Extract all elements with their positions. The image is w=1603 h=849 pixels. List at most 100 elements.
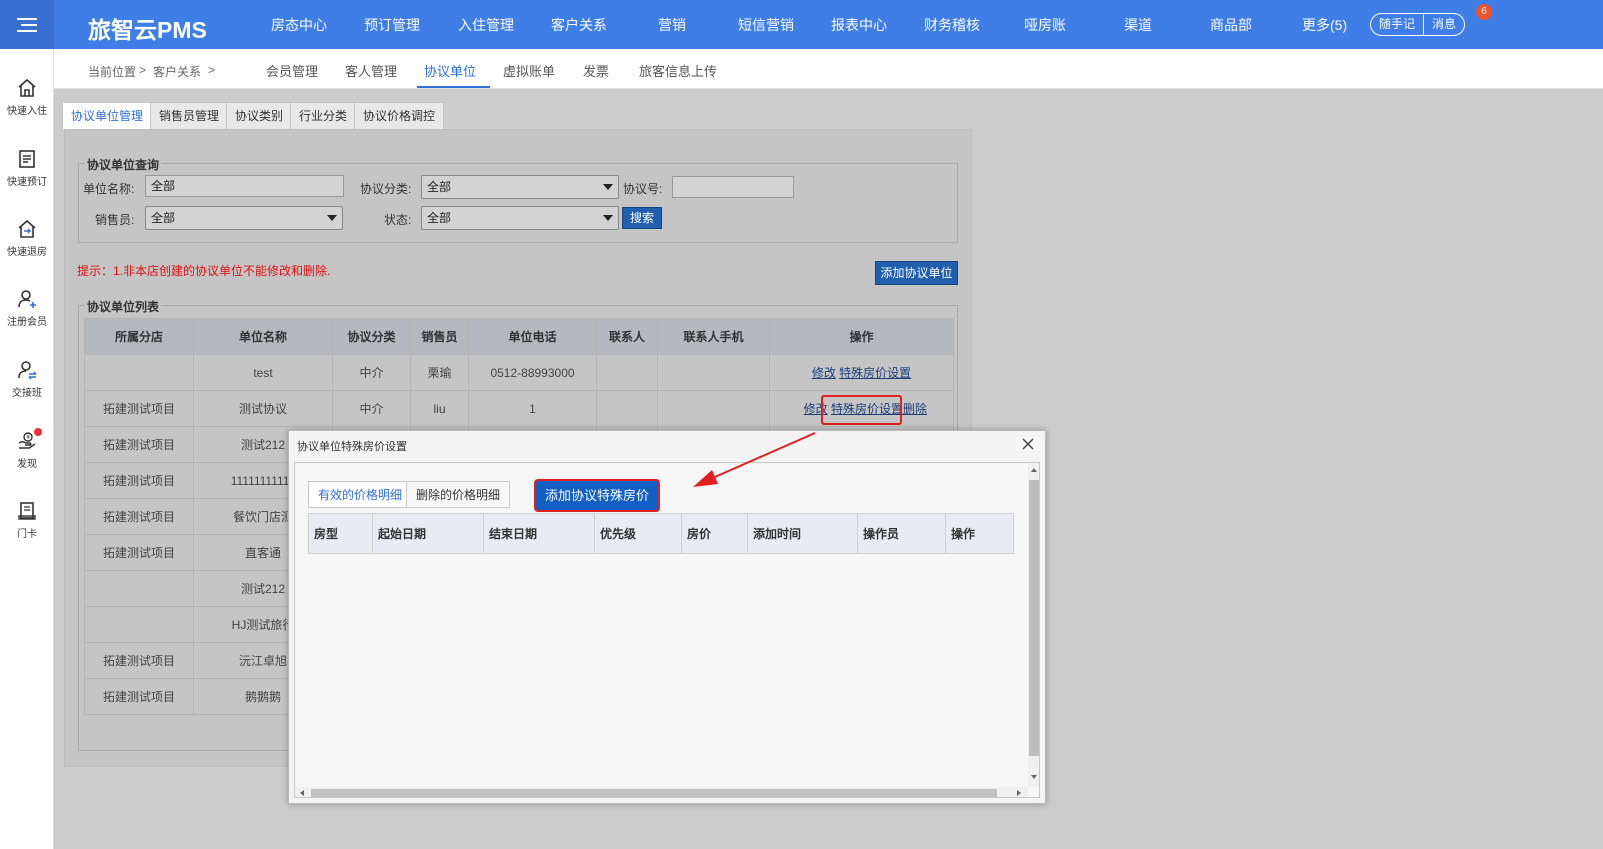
cell-mobile (657, 354, 770, 391)
tab-member-management[interactable]: 会员管理 (266, 61, 318, 80)
nav-products[interactable]: 商品部 (1210, 15, 1252, 35)
column-header: 房型 (308, 513, 373, 554)
sidebar-item-register-member[interactable]: 注册会员 (0, 288, 54, 328)
highlight-box-special-price (821, 395, 902, 425)
nav-more[interactable]: 更多(5) (1302, 15, 1347, 35)
status-select[interactable]: 全部 (421, 206, 619, 230)
agreement-no-input[interactable] (672, 176, 794, 198)
category-select[interactable]: 全部 (421, 175, 619, 199)
add-special-price-button[interactable]: 添加协议特殊房价 (534, 479, 660, 512)
shift-handover-icon (18, 361, 37, 380)
delete-link[interactable]: 删除 (903, 402, 927, 416)
sidebar-item-quick-checkout[interactable]: 快速退房 (0, 218, 54, 258)
special-price-link[interactable]: 特殊房价设置 (839, 366, 911, 380)
nav-customer-relations[interactable]: 客户关系 (551, 15, 607, 35)
unit-name-input[interactable]: 全部 (145, 175, 344, 197)
close-icon[interactable] (1020, 436, 1036, 452)
dialog-content: 有效的价格明细 删除的价格明细 添加协议特殊房价 房型 起始日期 结束日期 优先… (294, 462, 1040, 798)
cell-branch (84, 354, 194, 391)
nav-sms-marketing[interactable]: 短信营销 (738, 15, 794, 35)
tab-valid-prices[interactable]: 有效的价格明细 (308, 481, 413, 508)
scroll-right-icon[interactable] (1017, 790, 1021, 796)
special-price-dialog: 协议单位特殊房价设置 有效的价格明细 删除的价格明细 添加协议特殊房价 房型 起… (288, 430, 1046, 804)
sidebar-item-label: 快速退房 (7, 247, 47, 258)
category-select-value: 全部 (427, 180, 452, 194)
column-header: 单位电话 (468, 318, 597, 355)
sidebar-item-label: 快速预订 (7, 177, 47, 188)
column-header: 单位名称 (193, 318, 333, 355)
tab-salesperson-management[interactable]: 销售员管理 (150, 102, 229, 129)
cell-sales: liu (410, 390, 469, 427)
nav-finance-audit[interactable]: 财务稽核 (924, 15, 980, 35)
sidebar-item-label: 快速入住 (7, 106, 47, 117)
nav-marketing[interactable]: 营销 (658, 15, 686, 35)
notes-button[interactable]: 随手记 (1371, 14, 1423, 35)
column-header: 优先级 (594, 513, 682, 554)
scroll-up-icon[interactable] (1031, 468, 1037, 472)
nav-channels[interactable]: 渠道 (1124, 15, 1152, 35)
column-header: 操作 (769, 318, 954, 355)
cell-branch: 拓建测试项目 (84, 462, 194, 499)
tab-traveler-upload[interactable]: 旅客信息上传 (639, 61, 717, 80)
search-button[interactable]: 搜索 (622, 207, 662, 229)
cell-branch: 拓建测试项目 (84, 426, 194, 463)
sidebar-item-quick-booking[interactable]: 快速预订 (0, 148, 54, 188)
tab-guest-management[interactable]: 客人管理 (345, 61, 397, 80)
column-header: 所属分店 (84, 318, 194, 355)
cell-category: 中介 (332, 354, 411, 391)
cell-branch (84, 570, 194, 607)
status-label: 状态: (384, 213, 412, 227)
scroll-down-icon[interactable] (1031, 775, 1037, 779)
tab-deleted-prices[interactable]: 删除的价格明细 (406, 481, 511, 508)
sidebar-item-label: 发现 (17, 459, 37, 470)
discover-notification-dot (34, 428, 42, 436)
query-legend: 协议单位查询 (85, 156, 162, 173)
horizontal-scroll-thumb[interactable] (311, 789, 997, 797)
hint-text: 提示：1.非本店创建的协议单位不能修改和删除. (77, 264, 331, 278)
column-header: 联系人手机 (657, 318, 770, 355)
nav-dummy-account[interactable]: 哑房账 (1024, 15, 1066, 35)
unit-name-label: 单位名称: (83, 182, 135, 196)
edit-link[interactable]: 修改 (812, 366, 836, 380)
chevron-down-icon (603, 215, 613, 221)
tab-agreement-price-control[interactable]: 协议价格调控 (354, 102, 445, 129)
messages-button[interactable]: 消息 (1423, 14, 1464, 35)
sidebar-item-shift-handover[interactable]: 交接班 (0, 359, 54, 399)
salesperson-select[interactable]: 全部 (145, 206, 343, 230)
scroll-left-icon[interactable] (300, 790, 304, 796)
nav-booking[interactable]: 预订管理 (364, 15, 420, 35)
tab-invoice[interactable]: 发票 (583, 61, 609, 80)
nav-reports[interactable]: 报表中心 (831, 15, 887, 35)
tab-agreement-units[interactable]: 协议单位 (424, 61, 476, 80)
messages-badge: 6 (1476, 4, 1492, 20)
app-logo: 旅智云PMS (88, 17, 207, 43)
tab-unit-management[interactable]: 协议单位管理 (62, 102, 153, 129)
add-unit-button[interactable]: 添加协议单位 (875, 261, 958, 285)
table-row: test 中介 栗瑜 0512-88993000 修改 特殊房价设置 (84, 354, 954, 391)
nav-checkin[interactable]: 入住管理 (458, 15, 514, 35)
vertical-scroll-thumb[interactable] (1029, 480, 1039, 756)
sidebar-item-quick-checkin[interactable]: 快速入住 (0, 77, 54, 117)
dialog-title: 协议单位特殊房价设置 (297, 441, 407, 453)
cell-category: 中介 (332, 390, 411, 427)
tab-virtual-bills[interactable]: 虚拟账单 (503, 61, 555, 80)
sidebar-item-door-card[interactable]: 门卡 (0, 500, 54, 540)
menu-toggle-button[interactable] (0, 0, 54, 49)
cell-contact (596, 354, 658, 391)
cell-phone: 1 (468, 390, 597, 427)
vertical-scrollbar[interactable] (1028, 463, 1039, 787)
sidebar-item-label: 交接班 (12, 388, 42, 399)
sidebar-item-label: 门卡 (17, 529, 37, 540)
horizontal-scrollbar[interactable] (295, 787, 1028, 797)
svg-text:¥: ¥ (26, 434, 30, 441)
column-header: 销售员 (410, 318, 469, 355)
breadcrumb-prefix: 当前位置 (88, 65, 137, 79)
sidebar-item-discover[interactable]: ¥ 发现 (0, 428, 54, 470)
breadcrumb-current[interactable]: 客户关系 (153, 63, 201, 80)
tab-industry-category[interactable]: 行业分类 (290, 102, 357, 129)
home-icon (18, 78, 36, 97)
tab-agreement-category[interactable]: 协议类别 (226, 102, 293, 129)
nav-room-status[interactable]: 房态中心 (271, 15, 327, 35)
status-select-value: 全部 (427, 211, 452, 225)
left-sidebar: 快速入住 快速预订 快速退房 注册会员 交接班 ¥ 发现 门卡 (0, 49, 54, 849)
